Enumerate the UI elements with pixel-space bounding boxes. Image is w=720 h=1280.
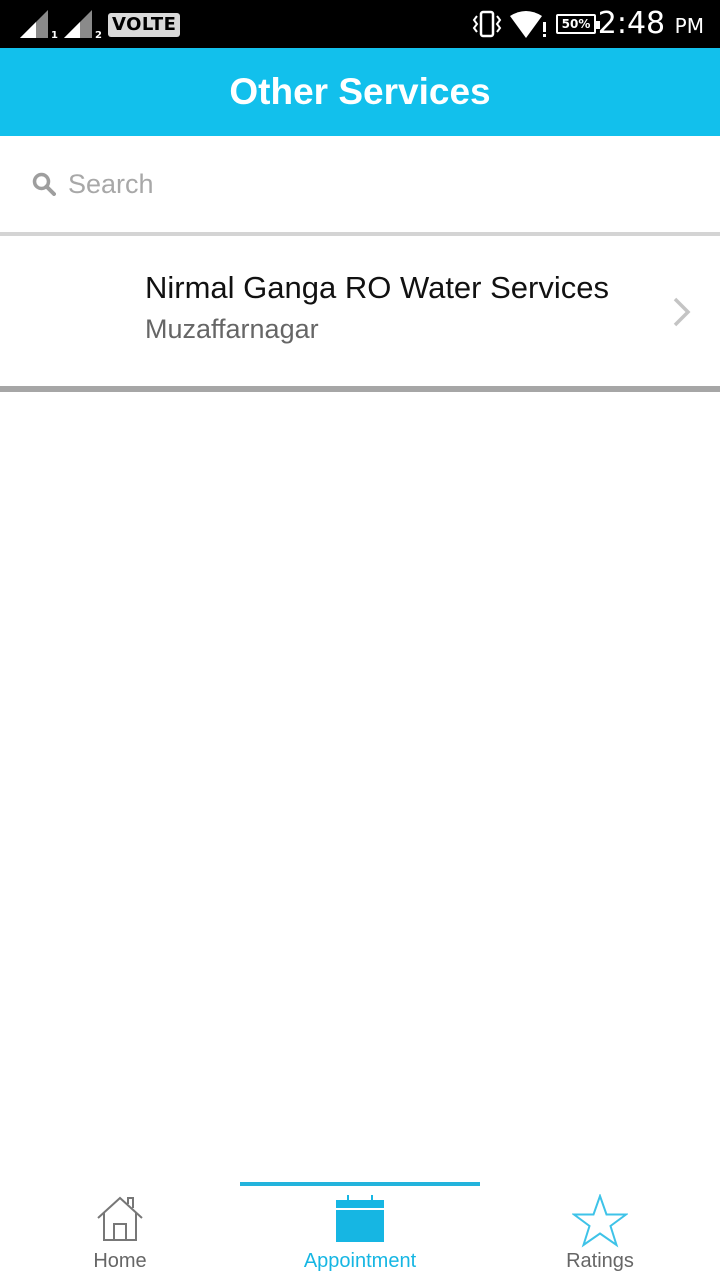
star-icon [572,1194,628,1248]
service-location: Muzaffarnagar [145,314,319,344]
nav-item-home[interactable]: Home [0,1182,240,1280]
divider [0,386,720,392]
nav-label-ratings: Ratings [566,1250,634,1272]
nav-item-ratings[interactable]: Ratings [480,1182,720,1280]
nav-label-appointment: Appointment [303,1250,417,1272]
nav-label-home: Home [93,1250,147,1272]
search-input[interactable] [68,164,668,204]
page-title: Other Services [229,71,491,112]
nav-indicator [240,1182,480,1186]
volte-icon: VOLTE [108,13,181,37]
clock-time: 2:48 [597,6,666,41]
wifi-icon [510,11,546,38]
signal-icon [20,10,48,38]
battery-level: 50% [561,17,591,31]
battery-icon: 50% [556,14,600,34]
app-bar: Other Services [0,48,720,136]
bottom-nav: Home Appointment Ratings [0,1182,720,1280]
signal-icon [64,10,92,38]
nav-indicator [0,1182,240,1186]
search-icon [32,172,56,196]
clock-ampm: PM [674,14,704,38]
status-bar: 1 2 VOLTE 50% 2:48 PM [0,0,720,48]
vibrate-icon [472,10,502,38]
sim1-label: 1 [51,30,58,41]
home-icon [97,1196,143,1241]
chevron-right-icon [673,297,691,327]
list-item[interactable]: Nirmal Ganga RO Water Services Muzaffarn… [0,236,720,386]
sim2-label: 2 [95,30,102,41]
status-clock: 2:48 PM [598,6,704,41]
service-name: Nirmal Ganga RO Water Services [145,270,609,305]
search-bar[interactable] [0,136,720,232]
nav-item-appointment[interactable]: Appointment [240,1182,480,1280]
nav-indicator [480,1182,720,1186]
calendar-icon [336,1195,384,1242]
